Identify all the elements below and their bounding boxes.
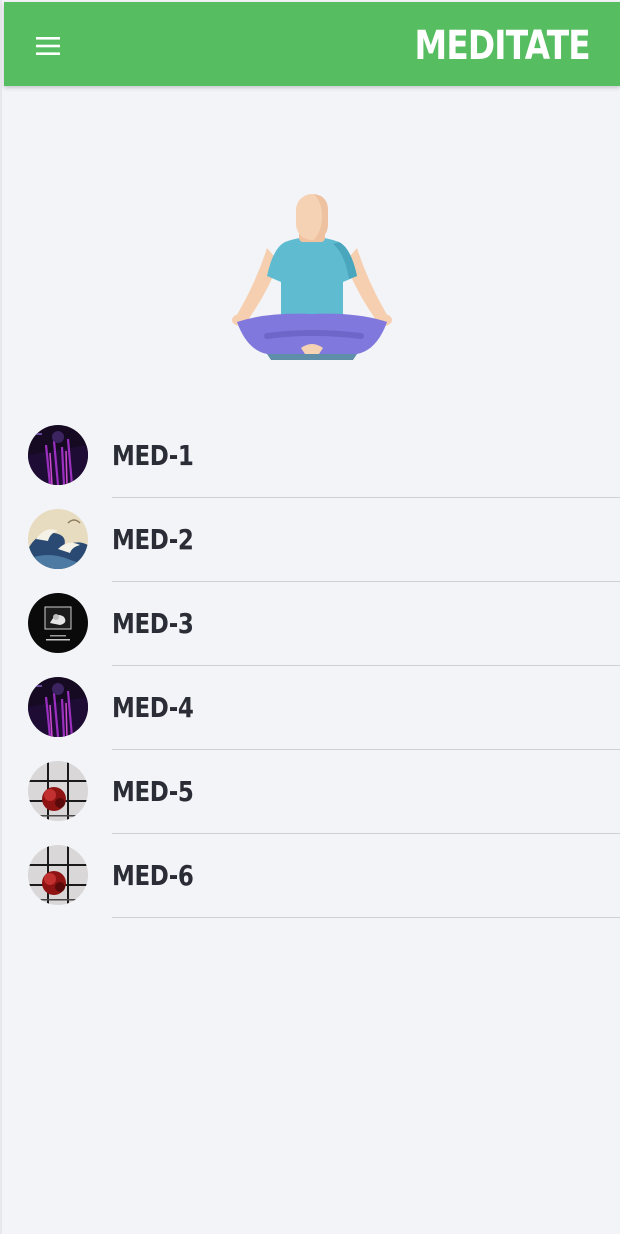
app-screen: MEDITATE MED-1 MED-2 MED-3 MED-4 MED-5 M… (0, 0, 620, 1234)
thumbnail-purple-neon (28, 677, 88, 737)
list-item[interactable]: MED-1 (4, 414, 620, 498)
menu-button[interactable] (28, 26, 68, 66)
hamburger-menu-icon (36, 37, 60, 55)
meditation-figure-icon (227, 190, 397, 360)
list-item-label: MED-4 (112, 691, 194, 724)
list-item-label: MED-1 (112, 439, 194, 472)
thumbnail-great-wave (28, 509, 88, 569)
thumbnail-dark-album (28, 593, 88, 653)
list-item[interactable]: MED-4 (4, 666, 620, 750)
meditation-list: MED-1 MED-2 MED-3 MED-4 MED-5 MED-6 (4, 414, 620, 918)
thumbnail-red-flower-grid (28, 845, 88, 905)
list-item-label: MED-3 (112, 607, 194, 640)
list-item-label: MED-2 (112, 523, 194, 556)
list-item[interactable]: MED-5 (4, 750, 620, 834)
list-item[interactable]: MED-2 (4, 498, 620, 582)
list-item[interactable]: MED-6 (4, 834, 620, 918)
app-bar: MEDITATE (4, 2, 620, 86)
list-item-label: MED-5 (112, 775, 194, 808)
divider (112, 917, 620, 918)
list-item-label: MED-6 (112, 859, 194, 892)
thumbnail-purple-neon (28, 425, 88, 485)
thumbnail-red-flower-grid (28, 761, 88, 821)
app-title: MEDITATE (414, 23, 591, 69)
list-item[interactable]: MED-3 (4, 582, 620, 666)
